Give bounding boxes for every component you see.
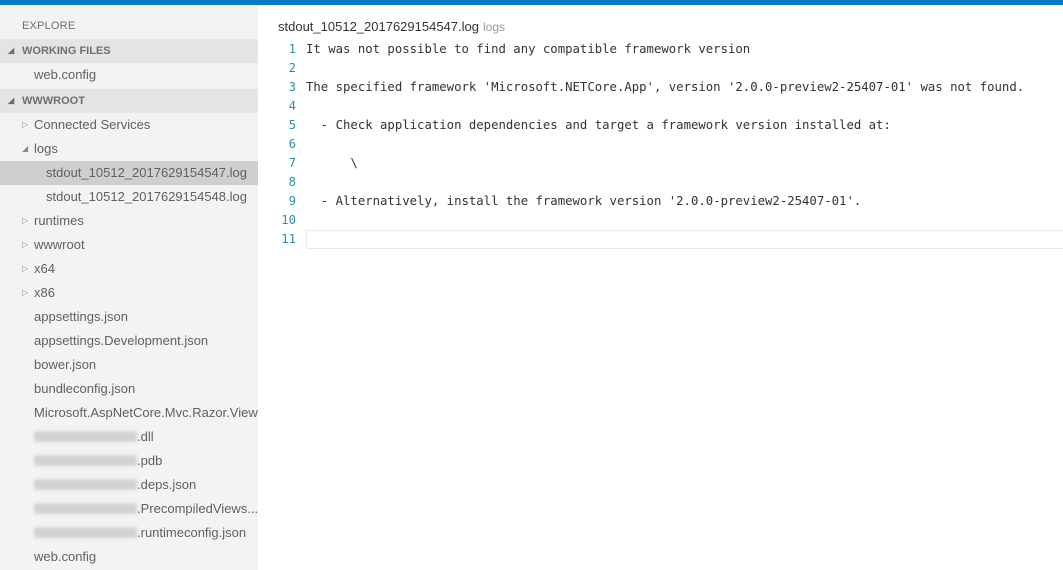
code-area[interactable]: 1 It was not possible to find any compati… xyxy=(258,40,1063,249)
code-line[interactable]: 2 xyxy=(258,59,1063,78)
current-line-highlight xyxy=(306,230,1063,249)
file-mvc-razor-views[interactable]: Microsoft.AspNetCore.Mvc.Razor.View... xyxy=(0,401,258,425)
editor-pane[interactable]: stdout_10512_2017629154547.log logs 1 It w… xyxy=(258,5,1063,570)
code-line[interactable]: 6 xyxy=(258,135,1063,154)
code-line[interactable]: 9 - Alternatively, install the framework… xyxy=(258,192,1063,211)
chevron-right-icon: ▷ xyxy=(22,240,29,249)
file-bower[interactable]: bower.json xyxy=(0,353,258,377)
file-extension: .deps.json xyxy=(137,477,197,492)
code-line[interactable]: 10 xyxy=(258,211,1063,230)
section-label: WWWROOT xyxy=(22,95,85,107)
section-label: WORKING FILES xyxy=(22,45,111,57)
redacted-name xyxy=(34,479,137,491)
working-files-section[interactable]: ◢ WORKING FILES xyxy=(0,39,258,63)
redacted-name xyxy=(34,431,137,443)
explorer-sidebar: EXPLORE ◢ WORKING FILES web.config ◢ WWW… xyxy=(0,5,258,570)
line-text: - Check application dependencies and tar… xyxy=(306,118,891,132)
folder-logs[interactable]: ◢ logs xyxy=(0,137,258,161)
file-bundleconfig[interactable]: bundleconfig.json xyxy=(0,377,258,401)
line-text: - Alternatively, install the framework v… xyxy=(306,194,862,208)
line-number: 2 xyxy=(288,61,296,75)
line-number: 6 xyxy=(288,137,296,151)
line-text: \ xyxy=(306,156,358,170)
line-number: 4 xyxy=(288,99,296,113)
file-extension: .runtimeconfig.json xyxy=(137,525,247,540)
editor-folder: logs xyxy=(482,20,505,34)
folder-x64[interactable]: ▷ x64 xyxy=(0,257,258,281)
file-redacted-precompiled[interactable]: .PrecompiledViews.... xyxy=(0,497,258,521)
code-line[interactable]: 7 \ xyxy=(258,154,1063,173)
folder-runtimes[interactable]: ▷ runtimes xyxy=(0,209,258,233)
chevron-right-icon: ▷ xyxy=(22,288,29,297)
folder-connected-services[interactable]: ▷ Connected Services xyxy=(0,113,258,137)
line-number: 10 xyxy=(281,213,296,227)
file-extension: .pdb xyxy=(137,453,163,468)
explorer-title: EXPLORE xyxy=(22,20,76,32)
file-web-config[interactable]: web.config xyxy=(0,545,258,569)
code-line[interactable]: 8 xyxy=(258,173,1063,192)
file-redacted-dll[interactable]: .dll xyxy=(0,425,258,449)
chevron-down-icon: ◢ xyxy=(8,46,15,55)
wwwroot-section[interactable]: ◢ WWWROOT xyxy=(0,89,258,113)
file-log-1[interactable]: stdout_10512_2017629154547.log xyxy=(0,161,258,185)
chevron-right-icon: ▷ xyxy=(22,216,29,225)
folder-label: wwwroot xyxy=(34,237,85,252)
line-text: The specified framework 'Microsoft.NETCo… xyxy=(306,80,1025,94)
code-line[interactable]: 1 It was not possible to find any compati… xyxy=(258,40,1063,59)
redacted-name xyxy=(34,527,137,539)
code-line[interactable]: 11 xyxy=(258,230,1063,249)
chevron-down-icon: ◢ xyxy=(8,96,15,105)
file-appsettings-development[interactable]: appsettings.Development.json xyxy=(0,329,258,353)
working-file-web-config[interactable]: web.config xyxy=(0,63,258,87)
file-extension: .PrecompiledViews.... xyxy=(137,501,258,516)
chevron-down-icon: ◢ xyxy=(22,144,29,153)
file-appsettings[interactable]: appsettings.json xyxy=(0,305,258,329)
chevron-right-icon: ▷ xyxy=(22,120,29,129)
line-number: 8 xyxy=(288,175,296,189)
folder-wwwroot[interactable]: ▷ wwwroot xyxy=(0,233,258,257)
file-redacted-runtimeconfig[interactable]: .runtimeconfig.json xyxy=(0,521,258,545)
editor-title: stdout_10512_2017629154547.log logs xyxy=(278,19,505,34)
file-log-2[interactable]: stdout_10512_2017629154548.log xyxy=(0,185,258,209)
file-extension: .dll xyxy=(137,429,154,444)
folder-x86[interactable]: ▷ x86 xyxy=(0,281,258,305)
line-number: 9 xyxy=(288,194,296,208)
line-number: 5 xyxy=(288,118,296,132)
redacted-name xyxy=(34,503,137,515)
line-number: 1 xyxy=(288,42,296,56)
file-redacted-pdb[interactable]: .pdb xyxy=(0,449,258,473)
code-line[interactable]: 3 The specified framework 'Microsoft.NETC… xyxy=(258,78,1063,97)
folder-label: Connected Services xyxy=(34,117,151,132)
chevron-right-icon: ▷ xyxy=(22,264,29,273)
file-redacted-deps[interactable]: .deps.json xyxy=(0,473,258,497)
line-number: 3 xyxy=(288,80,296,94)
folder-label: runtimes xyxy=(34,213,84,228)
folder-label: logs xyxy=(34,141,58,156)
code-line[interactable]: 4 xyxy=(258,97,1063,116)
line-text: It was not possible to find any compatib… xyxy=(306,42,751,56)
redacted-name xyxy=(34,455,137,467)
editor-filename: stdout_10512_2017629154547.log xyxy=(278,19,479,34)
line-number: 11 xyxy=(281,232,296,246)
folder-label: x64 xyxy=(34,261,55,276)
code-line[interactable]: 5 - Check application dependencies and t… xyxy=(258,116,1063,135)
line-number: 7 xyxy=(288,156,296,170)
folder-label: x86 xyxy=(34,285,55,300)
